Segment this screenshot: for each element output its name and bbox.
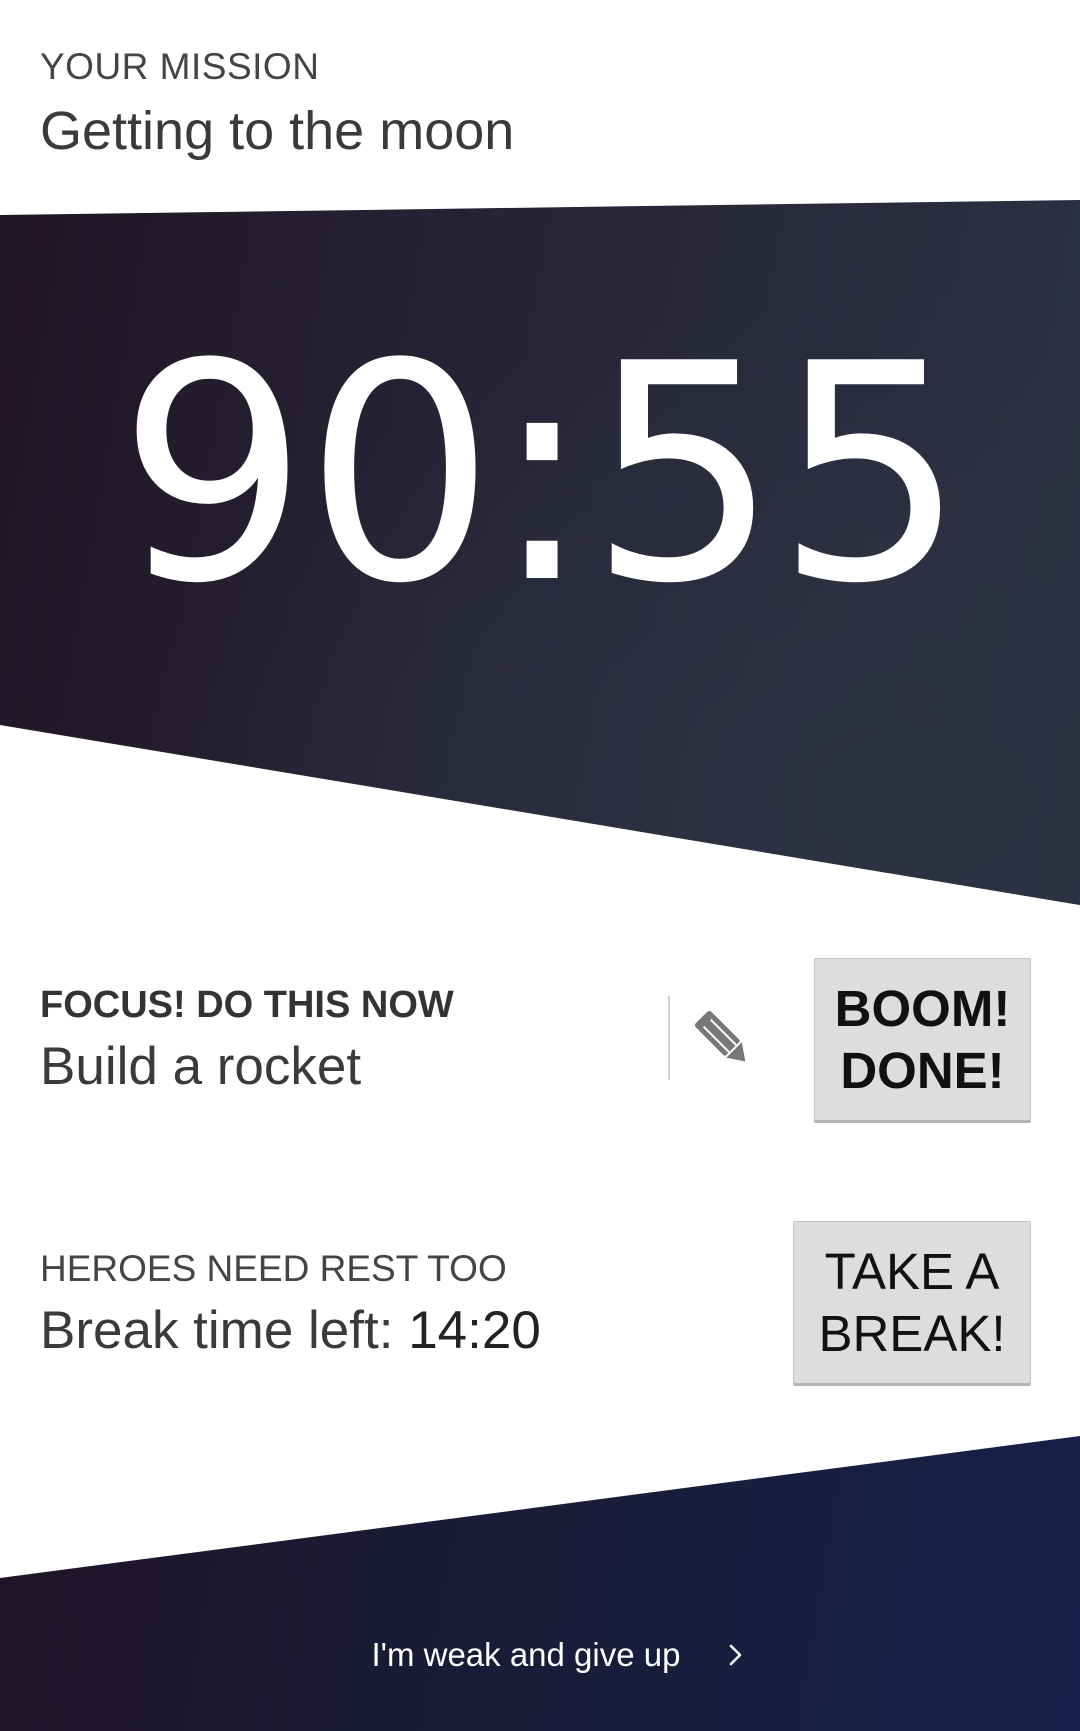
mission-label: YOUR MISSION [40, 46, 320, 87]
done-button[interactable]: BOOM! DONE! [814, 958, 1031, 1123]
done-line-2: DONE! [840, 1041, 1005, 1099]
break-time-line: Break time left: 14:20 [40, 1298, 760, 1364]
done-button-label: BOOM! DONE! [835, 978, 1011, 1102]
rest-section: HEROES NEED REST TOO Break time left: 14… [40, 1246, 760, 1364]
pencil-icon [694, 1010, 746, 1062]
take-break-button[interactable]: TAKE A BREAK! [793, 1221, 1031, 1386]
break-time-value: 14:20 [408, 1301, 541, 1360]
current-task: Build a rocket [40, 1037, 362, 1096]
take-break-label: TAKE A BREAK! [818, 1241, 1005, 1365]
focus-label: FOCUS! DO THIS NOW [40, 984, 454, 1026]
countdown-timer: 90:55 [117, 300, 967, 649]
mission-title[interactable]: Getting to the moon [40, 96, 1040, 166]
done-line-1: BOOM! [834, 979, 1011, 1037]
chevron-right-icon [730, 1644, 742, 1666]
edit-task-button[interactable] [680, 996, 764, 1080]
give-up-button[interactable]: I'm weak and give up [0, 1630, 1080, 1680]
timer-band: 90:55 [0, 200, 1080, 905]
break-line-1: TAKE A [824, 1242, 1000, 1300]
break-line-2: BREAK! [818, 1304, 1006, 1362]
bottom-band [0, 1436, 1080, 1731]
mission-section: YOUR MISSION Getting to the moon [40, 44, 1040, 166]
give-up-label: I'm weak and give up [371, 1636, 681, 1673]
rest-label: HEROES NEED REST TOO [40, 1248, 507, 1289]
divider [668, 996, 670, 1080]
focus-section: FOCUS! DO THIS NOW Build a rocket [40, 982, 640, 1100]
break-time-prefix: Break time left: [40, 1301, 394, 1360]
